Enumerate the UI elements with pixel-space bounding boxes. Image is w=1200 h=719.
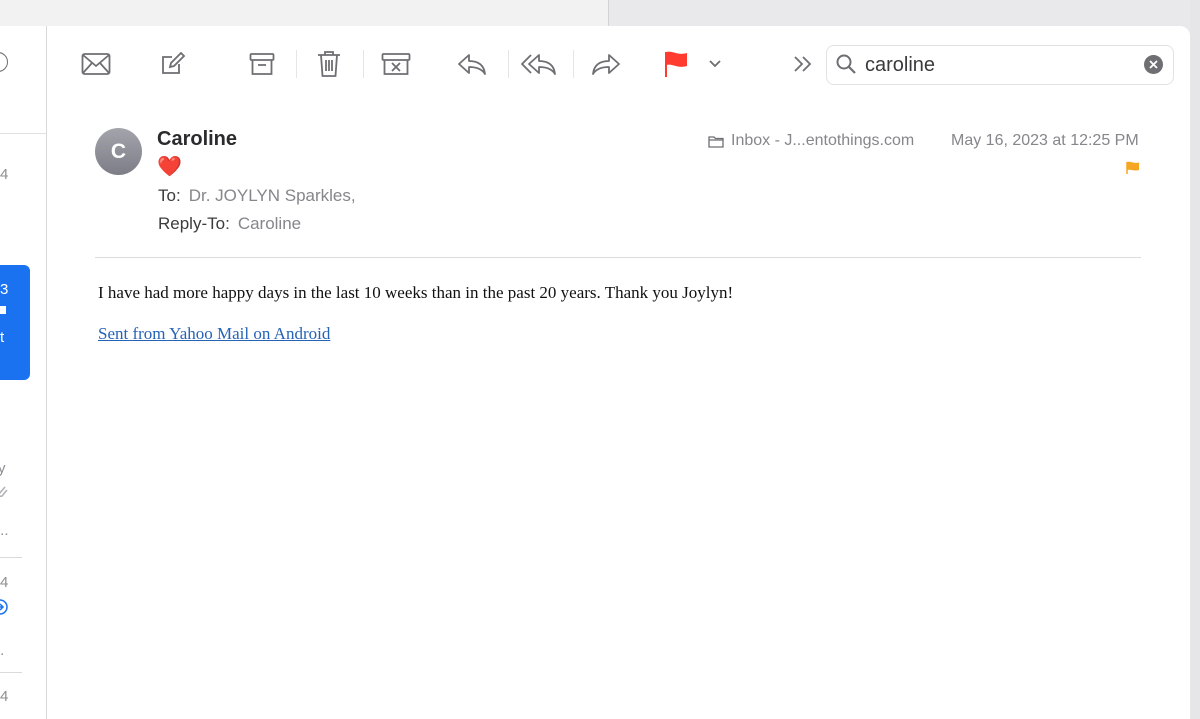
junk-icon — [381, 53, 411, 75]
mailbox-location[interactable]: Inbox - J...entothings.com — [708, 132, 914, 150]
to-label: To: — [158, 186, 181, 205]
message-list-strip[interactable]: 4 3 t y ... 4 .. 4 — [0, 26, 47, 719]
list-item-selected[interactable]: 3 t — [0, 265, 30, 380]
clear-search-button[interactable] — [1144, 55, 1163, 74]
chevron-down-icon — [709, 60, 721, 68]
attachment-icon — [0, 482, 8, 504]
message-subject: ❤️ — [157, 156, 182, 178]
reply-to-line: Reply-To: Caroline — [158, 214, 301, 234]
search-input[interactable] — [865, 52, 1135, 78]
get-mail-button[interactable] — [76, 46, 116, 82]
junk-button[interactable] — [376, 46, 416, 82]
list-item-fragment[interactable]: 4 — [0, 688, 8, 705]
signature-link[interactable]: Sent from Yahoo Mail on Android — [98, 324, 330, 344]
list-item-fragment[interactable]: .. — [0, 642, 4, 659]
list-item-fragment[interactable]: ... — [0, 522, 9, 539]
close-icon — [1149, 60, 1158, 69]
replied-icon — [0, 598, 9, 620]
search-field[interactable] — [826, 45, 1174, 85]
search-icon — [836, 54, 856, 74]
reply-icon — [458, 54, 486, 75]
background-window-edge — [1190, 0, 1200, 719]
list-item-fragment[interactable]: 4 — [0, 166, 8, 183]
filter-icon[interactable] — [0, 52, 8, 72]
compose-button[interactable] — [153, 46, 193, 82]
list-separator — [0, 672, 22, 673]
mailbox-name: Inbox - J...entothings.com — [731, 132, 915, 149]
toolbar-separator — [508, 50, 509, 78]
toolbar-separator — [296, 50, 297, 78]
more-icon — [794, 56, 812, 72]
flag-icon — [665, 51, 687, 77]
message-viewer: C Caroline ❤️ To: Dr. JOYLYN Sparkles, Re… — [47, 26, 1190, 719]
reply-button[interactable] — [452, 46, 492, 82]
to-line: To: Dr. JOYLYN Sparkles, — [158, 186, 356, 206]
sender-name[interactable]: Caroline — [157, 128, 237, 151]
list-item-fragment: t — [0, 329, 5, 346]
avatar: C — [95, 128, 142, 175]
message-flag-icon — [1126, 161, 1140, 180]
archive-icon — [249, 53, 275, 75]
trash-icon — [318, 51, 340, 77]
forward-icon — [592, 54, 620, 75]
reply-to-label: Reply-To: — [158, 214, 230, 233]
message-date: May 16, 2023 at 12:25 PM — [951, 132, 1139, 149]
delete-button[interactable] — [309, 46, 349, 82]
toolbar-separator — [363, 50, 364, 78]
folder-icon — [708, 135, 724, 148]
more-toolbar-button[interactable] — [783, 46, 823, 82]
archive-button[interactable] — [242, 46, 282, 82]
reply-to-recipient[interactable]: Caroline — [238, 214, 301, 233]
toolbar-separator — [573, 50, 574, 78]
envelope-icon — [81, 53, 111, 75]
list-separator — [0, 557, 22, 558]
list-item-fragment: 3 — [0, 281, 9, 298]
reply-all-icon — [521, 54, 556, 75]
list-item-fragment[interactable]: 4 — [0, 574, 8, 591]
flag-icon — [0, 305, 6, 322]
reply-all-button[interactable] — [519, 46, 559, 82]
to-recipient[interactable]: Dr. JOYLYN Sparkles, — [189, 186, 356, 205]
forward-button[interactable] — [586, 46, 626, 82]
compose-icon — [162, 51, 186, 74]
flag-menu-button[interactable] — [700, 46, 730, 82]
message-body: I have had more happy days in the last 1… — [98, 283, 734, 302]
message-list-divider — [0, 133, 46, 134]
toolbar — [47, 26, 1190, 106]
header-divider — [95, 257, 1141, 258]
flag-button[interactable] — [656, 46, 696, 82]
list-item-fragment[interactable]: y — [0, 460, 6, 477]
